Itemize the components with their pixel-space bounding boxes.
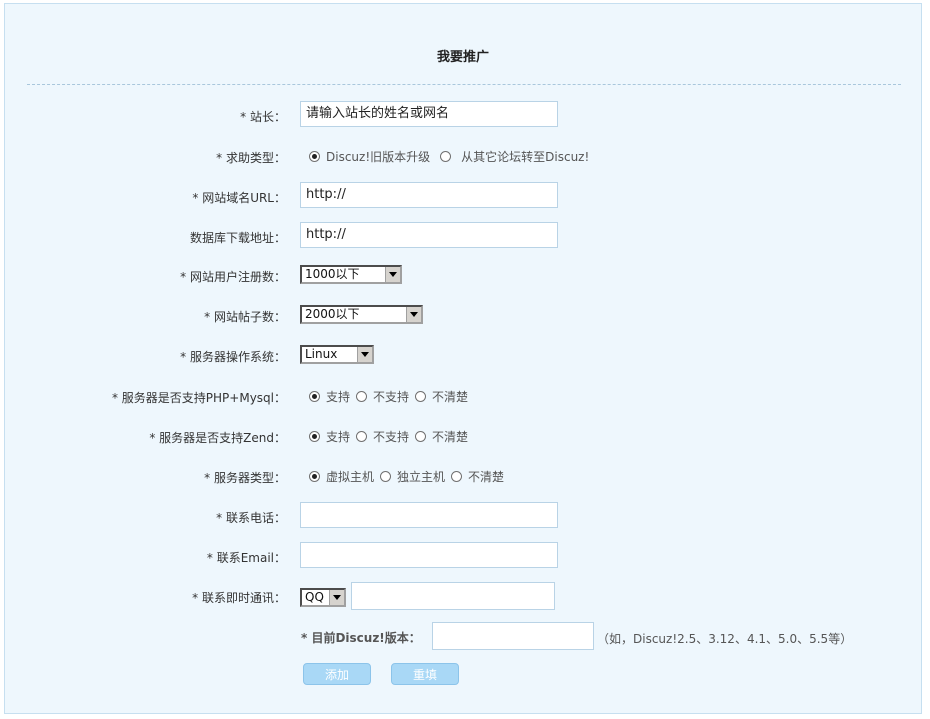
zend-option-unknown: 不清楚 (432, 429, 469, 444)
email-label: * 联系Email： (206, 551, 286, 565)
version-label: * 目前Discuz!版本： (301, 631, 421, 645)
posts-value: 2000以下 (305, 307, 360, 321)
php-mysql-radio-no[interactable] (356, 390, 368, 402)
form-panel: 我要推广 * 站长： 请输入站长的姓名或网名 * 求助类型： Discuz!旧版… (4, 3, 922, 714)
version-hint: （如，Discuz!2.5、3.12、4.1、5.0、5.5等） (597, 632, 853, 646)
reset-button[interactable]: 重填 (391, 663, 459, 685)
db-url-label: 数据库下载地址： (189, 231, 286, 245)
site-url-input[interactable]: http:// (300, 182, 558, 208)
divider (27, 84, 901, 85)
server-type-radio-unknown[interactable] (451, 470, 463, 482)
zend-label: * 服务器是否支持Zend： (149, 431, 286, 445)
im-type-value: QQ (305, 590, 324, 604)
server-type-label: * 服务器类型： (204, 471, 286, 485)
php-mysql-radio-unknown[interactable] (415, 390, 427, 402)
posts-label: * 网站帖子数： (204, 310, 286, 324)
help-type-option-upgrade: Discuz!旧版本升级 (326, 149, 431, 164)
phone-label: * 联系电话： (216, 511, 286, 525)
im-label: * 联系即时通讯： (192, 591, 286, 605)
zend-option-yes: 支持 (326, 429, 351, 444)
row-buttons: 添加 重填 (5, 663, 921, 691)
zend-radio-unknown[interactable] (415, 430, 427, 442)
php-mysql-option-yes: 支持 (326, 389, 351, 404)
users-select[interactable]: 1000以下 (300, 265, 402, 284)
chevron-down-icon[interactable] (357, 347, 372, 362)
row-os: * 服务器操作系统： Linux (5, 341, 921, 369)
row-stationmaster: * 站长： 请输入站长的姓名或网名 (5, 101, 921, 129)
help-type-radio-migrate[interactable] (440, 150, 452, 162)
help-type-radios: Discuz!旧版本升级 从其它论坛转至Discuz! (305, 142, 591, 170)
row-posts: * 网站帖子数： 2000以下 (5, 301, 921, 329)
row-site-url: * 网站域名URL： http:// (5, 182, 921, 210)
server-type-radios: 虚拟主机 独立主机 不清楚 (305, 462, 506, 490)
phone-input[interactable] (300, 502, 558, 528)
row-db-url: 数据库下载地址： http:// (5, 222, 921, 250)
im-input[interactable] (351, 582, 555, 610)
version-input[interactable] (432, 622, 594, 650)
help-type-option-migrate: 从其它论坛转至Discuz! (461, 149, 590, 164)
server-type-radio-virtual[interactable] (309, 470, 320, 482)
zend-option-no: 不支持 (373, 429, 410, 444)
zend-radios: 支持 不支持 不清楚 (305, 422, 470, 450)
site-url-label: * 网站域名URL： (192, 191, 286, 205)
php-mysql-radios: 支持 不支持 不清楚 (305, 382, 470, 410)
im-type-select[interactable]: QQ (300, 588, 346, 607)
posts-select[interactable]: 2000以下 (300, 305, 423, 324)
help-type-radio-upgrade[interactable] (309, 150, 320, 162)
chevron-down-icon[interactable] (406, 307, 421, 322)
server-type-option-dedicated: 独立主机 (397, 469, 446, 484)
row-email: * 联系Email： (5, 542, 921, 570)
chevron-down-icon[interactable] (329, 590, 344, 605)
row-php-mysql: * 服务器是否支持PHP+Mysql： 支持 不支持 不清楚 (5, 382, 921, 410)
chevron-down-icon[interactable] (385, 267, 400, 282)
row-version: * 目前Discuz!版本： （如，Discuz!2.5、3.12、4.1、5.… (5, 622, 921, 650)
server-type-radio-dedicated[interactable] (380, 470, 392, 482)
row-server-type: * 服务器类型： 虚拟主机 独立主机 不清楚 (5, 462, 921, 490)
server-type-option-virtual: 虚拟主机 (326, 469, 375, 484)
row-zend: * 服务器是否支持Zend： 支持 不支持 不清楚 (5, 422, 921, 450)
php-mysql-radio-yes[interactable] (309, 390, 320, 402)
zend-radio-no[interactable] (356, 430, 368, 442)
help-type-label: * 求助类型： (216, 151, 286, 165)
os-select[interactable]: Linux (300, 345, 374, 364)
stationmaster-label: * 站长： (240, 110, 286, 124)
os-label: * 服务器操作系统： (180, 350, 286, 364)
row-im: * 联系即时通讯： QQ (5, 582, 921, 610)
php-mysql-option-no: 不支持 (373, 389, 410, 404)
email-input[interactable] (300, 542, 558, 568)
row-phone: * 联系电话： (5, 502, 921, 530)
users-value: 1000以下 (305, 267, 360, 281)
zend-radio-yes[interactable] (309, 430, 320, 442)
php-mysql-option-unknown: 不清楚 (432, 389, 469, 404)
row-help-type: * 求助类型： Discuz!旧版本升级 从其它论坛转至Discuz! (5, 142, 921, 170)
users-label: * 网站用户注册数： (180, 270, 286, 284)
server-type-option-unknown: 不清楚 (468, 469, 505, 484)
os-value: Linux (305, 347, 338, 361)
stationmaster-input[interactable]: 请输入站长的姓名或网名 (300, 101, 558, 127)
php-mysql-label: * 服务器是否支持PHP+Mysql： (111, 391, 286, 405)
form-title: 我要推广 (436, 50, 489, 65)
db-url-input[interactable]: http:// (300, 222, 558, 248)
row-users: * 网站用户注册数： 1000以下 (5, 261, 921, 289)
add-button[interactable]: 添加 (303, 663, 371, 685)
